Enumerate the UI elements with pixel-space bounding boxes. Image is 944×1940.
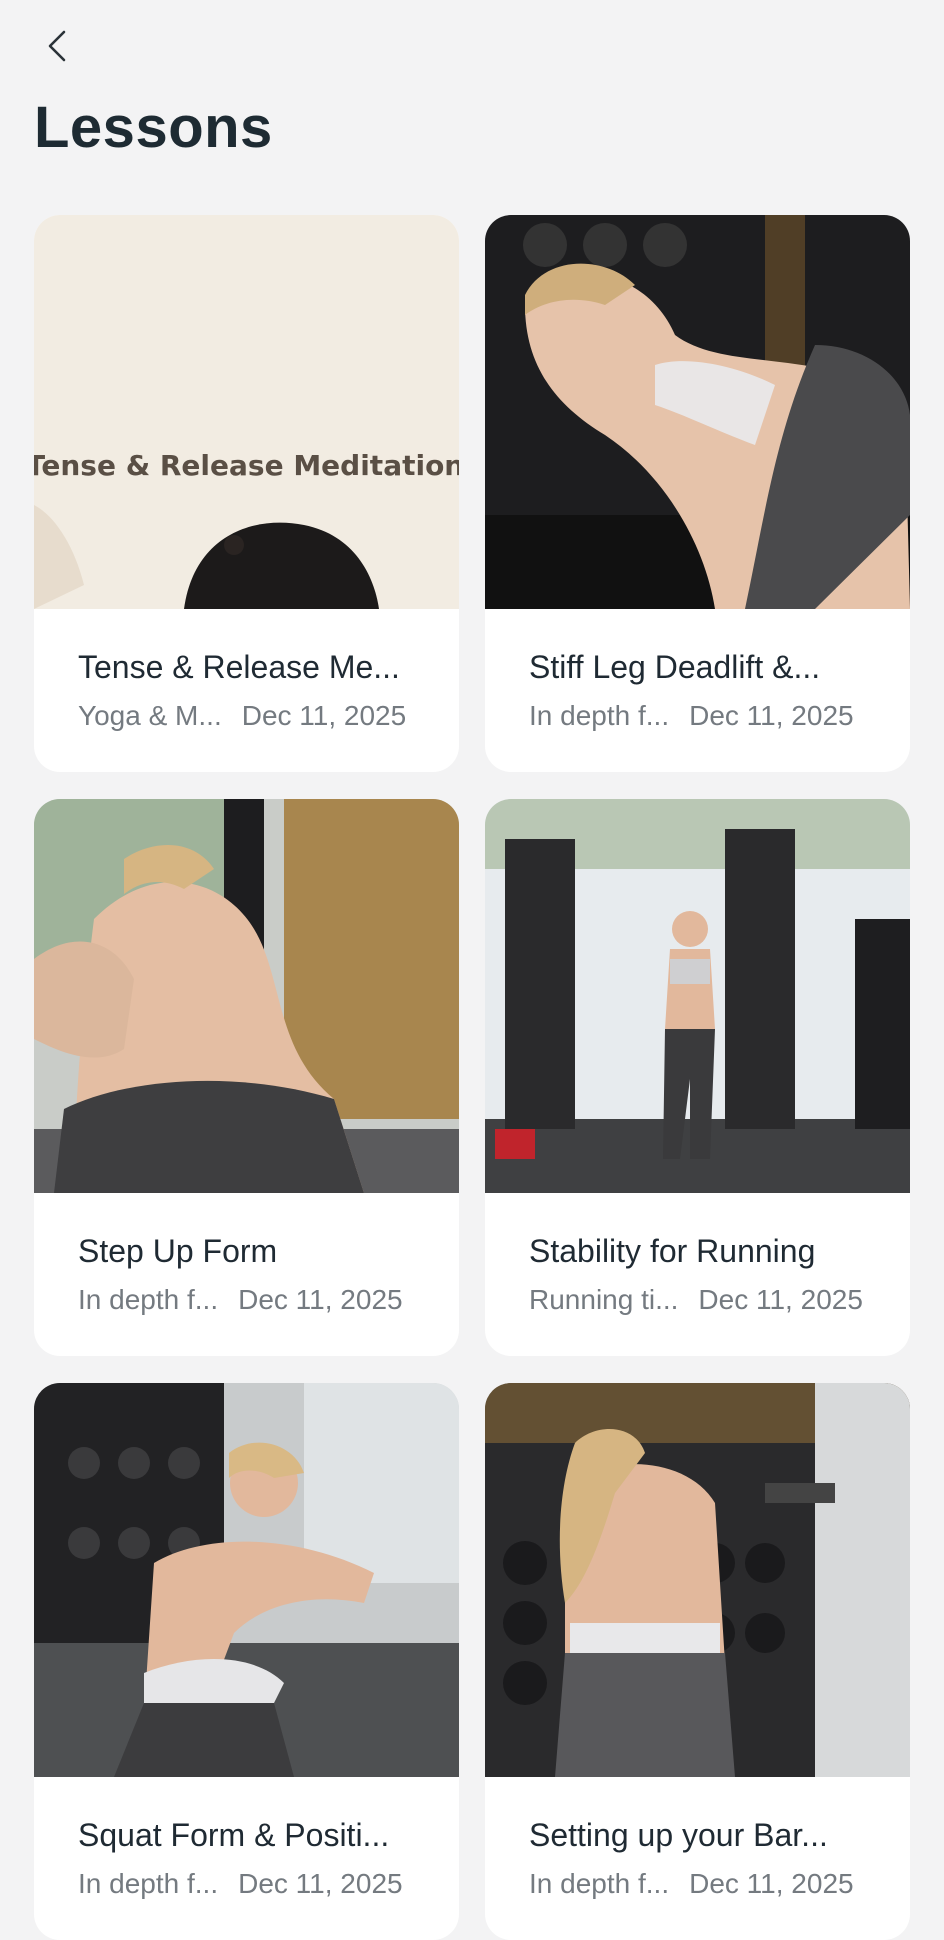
lesson-thumbnail: [485, 799, 910, 1193]
lesson-title: Step Up Form: [78, 1233, 278, 1269]
lesson-category: In depth f...: [529, 1868, 670, 1899]
lesson-category: Running ti...: [529, 1284, 679, 1315]
lesson-date: Dec 11, 2025: [698, 1284, 863, 1315]
chevron-left-icon: [48, 30, 66, 62]
back-button[interactable]: [34, 22, 82, 70]
lesson-thumbnail: [34, 799, 459, 1193]
lesson-title: Squat Form & Positi...: [78, 1817, 390, 1853]
lesson-category: In depth f...: [529, 700, 670, 731]
lesson-category: In depth f...: [78, 1868, 219, 1899]
lesson-date: Dec 11, 2025: [238, 1284, 403, 1315]
lesson-date: Dec 11, 2025: [241, 700, 407, 731]
lesson-title: Setting up your Bar...: [529, 1817, 828, 1853]
lesson-card[interactable]: Setting up your Bar... In depth f... Dec…: [485, 1383, 910, 1940]
lesson-card[interactable]: Stiff Leg Deadlift &... In depth f... De…: [485, 215, 910, 772]
lesson-card[interactable]: Step Up Form In depth f... Dec 11, 2025: [34, 799, 459, 1356]
lesson-thumbnail: [34, 1383, 459, 1777]
lesson-date: Dec 11, 2025: [689, 700, 854, 731]
lesson-title: Tense & Release Me...: [78, 649, 400, 685]
lesson-date: Dec 11, 2025: [238, 1868, 403, 1899]
thumbnail-overlay-text: Tense & Release Meditation: [34, 449, 459, 482]
lesson-title: Stability for Running: [529, 1233, 816, 1269]
lesson-category: Yoga & M...: [78, 700, 222, 731]
lesson-card[interactable]: Tense & Release Meditation Tense & Relea…: [34, 215, 459, 772]
lesson-thumbnail: Tense & Release Meditation: [34, 215, 459, 609]
lesson-thumbnail: [485, 1383, 910, 1777]
lessons-grid: Tense & Release Meditation Tense & Relea…: [34, 215, 910, 1940]
lesson-card[interactable]: Squat Form & Positi... In depth f... Dec…: [34, 1383, 459, 1940]
lesson-date: Dec 11, 2025: [689, 1868, 854, 1899]
page-title: Lessons: [34, 95, 273, 160]
lesson-thumbnail: [485, 215, 910, 609]
lesson-title: Stiff Leg Deadlift &...: [529, 649, 821, 685]
lesson-card[interactable]: Stability for Running Running ti... Dec …: [485, 799, 910, 1356]
lesson-category: In depth f...: [78, 1284, 219, 1315]
